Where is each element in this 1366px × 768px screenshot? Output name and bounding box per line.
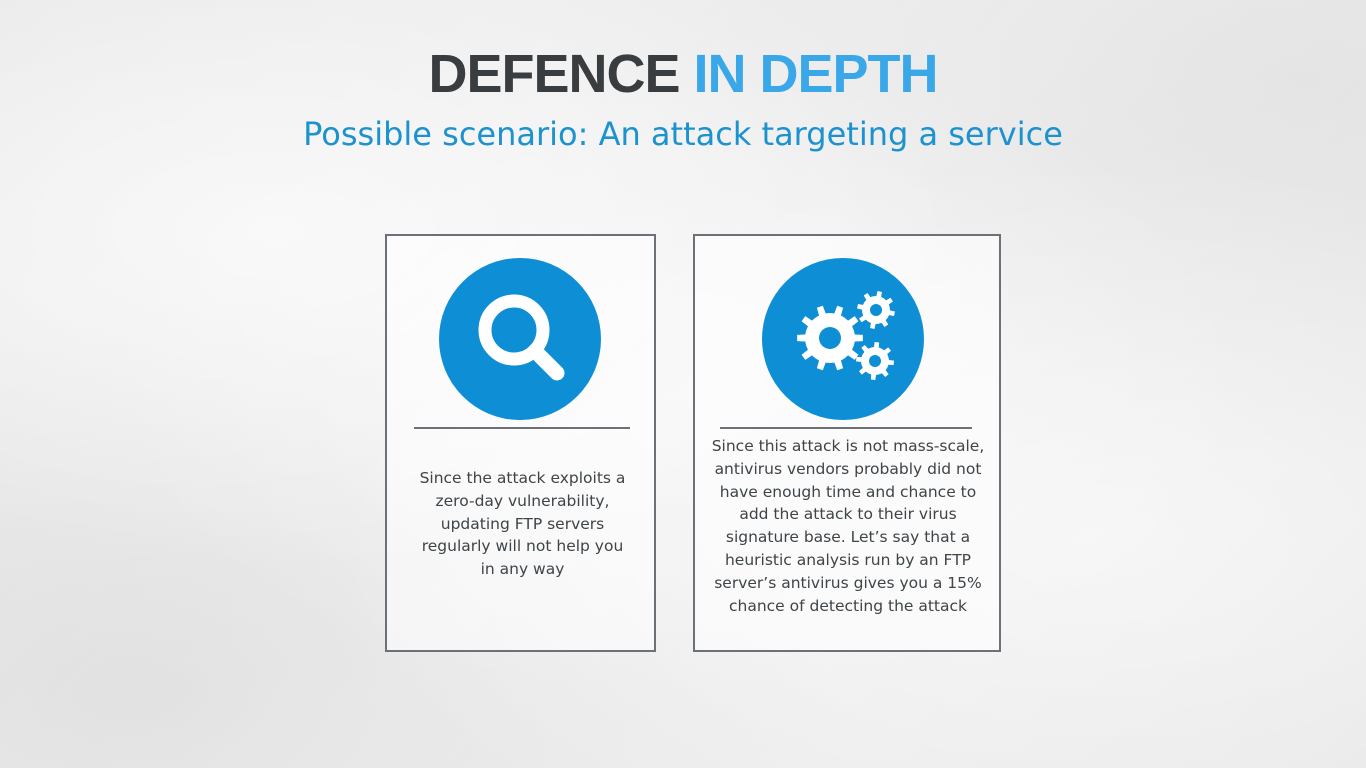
title-part-defence: DEFENCE [428, 44, 680, 104]
card-antivirus: Since this attack is not mass-scale, ant… [693, 234, 1001, 652]
card-description: Since the attack exploits a zero-day vul… [419, 469, 626, 579]
gears-icon [762, 258, 924, 420]
magnifier-icon [439, 258, 601, 420]
slide-subtitle: Possible scenario: An attack targeting a… [303, 115, 1063, 153]
card-divider [720, 427, 972, 429]
card-divider [414, 427, 630, 429]
card-zero-day: Since the attack exploits a zero-day vul… [385, 234, 656, 652]
title-part-in-depth: IN DEPTH [693, 44, 939, 104]
card-description: Since this attack is not mass-scale, ant… [711, 437, 985, 615]
slide-title: DEFENCE IN DEPTH [0, 42, 1366, 106]
